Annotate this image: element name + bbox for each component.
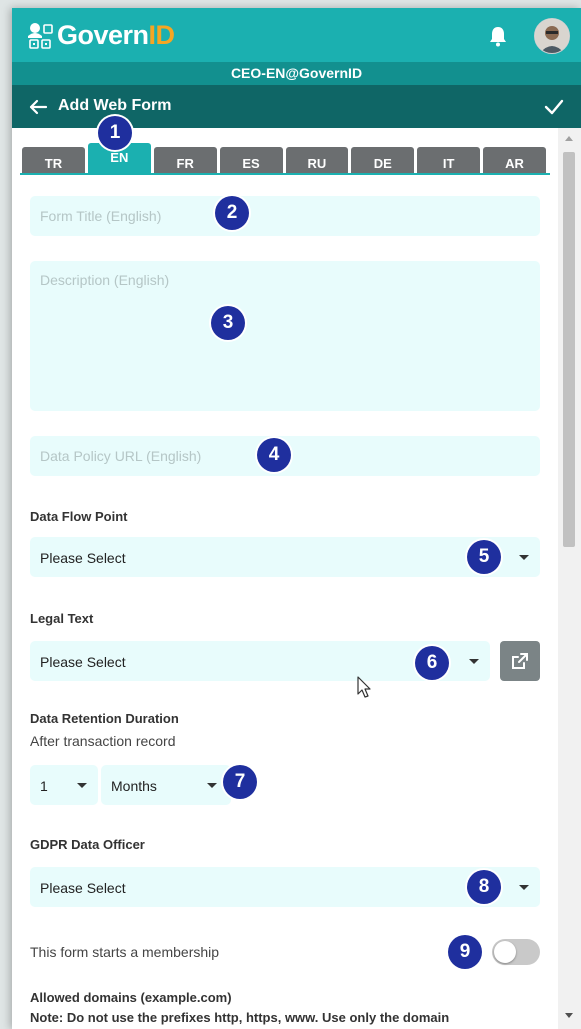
nav-bar: Add Web Form (12, 85, 581, 128)
data-flow-point-label: Data Flow Point (30, 509, 128, 524)
tab-tr[interactable]: TR (22, 147, 85, 174)
callout-badge: 1 (98, 116, 132, 150)
retention-number-value: 1 (40, 778, 48, 794)
description-textarea[interactable]: Description (English) (30, 261, 540, 411)
scroll-up-arrow-icon[interactable] (565, 136, 573, 141)
callout-badge: 3 (211, 306, 245, 340)
app-frame: GovernID CEO-EN@GovernID Add Web Form TR… (12, 8, 581, 1029)
gdpr-data-officer-value: Please Select (40, 880, 126, 896)
caret-down-icon (207, 783, 217, 788)
scroll-down-arrow-icon[interactable] (565, 1013, 573, 1018)
data-retention-label: Data Retention Duration (30, 711, 179, 726)
scrollbar[interactable] (558, 128, 581, 1029)
language-tabs: TR EN FR ES RU DE IT AR (22, 143, 549, 174)
data-policy-url-placeholder: Data Policy URL (English) (40, 448, 202, 464)
tab-underline (20, 173, 550, 175)
tab-ar[interactable]: AR (483, 147, 546, 174)
governid-logo-icon (26, 22, 54, 50)
caret-down-icon (519, 885, 529, 890)
logo-text-main: Govern (57, 20, 149, 50)
legal-text-value: Please Select (40, 654, 126, 670)
callout-badge: 7 (223, 765, 257, 799)
tab-fr[interactable]: FR (153, 147, 217, 174)
legal-text-label: Legal Text (30, 611, 94, 626)
membership-label: This form starts a membership (30, 944, 220, 960)
tab-it[interactable]: IT (417, 147, 481, 174)
logo-text: GovernID (57, 20, 175, 51)
external-link-icon (511, 652, 529, 670)
gdpr-data-officer-select[interactable]: Please Select (30, 867, 540, 907)
top-bar: GovernID (12, 8, 581, 62)
data-flow-point-value: Please Select (40, 550, 126, 566)
allowed-domains-label: Allowed domains (example.com) (30, 990, 232, 1005)
caret-down-icon (469, 659, 479, 664)
retention-unit-value: Months (111, 778, 157, 794)
tab-de[interactable]: DE (351, 147, 415, 174)
retention-number-select[interactable]: 1 (30, 765, 98, 805)
allowed-domains-note: Note: Do not use the prefixes http, http… (30, 1010, 450, 1025)
mouse-cursor-icon (357, 676, 373, 700)
data-retention-sublabel: After transaction record (30, 733, 176, 749)
caret-down-icon (519, 555, 529, 560)
open-legal-text-button[interactable] (500, 641, 540, 681)
form-title-input[interactable]: Form Title (English) (30, 196, 540, 236)
membership-toggle[interactable] (492, 939, 540, 965)
bell-icon[interactable] (488, 25, 508, 47)
check-icon[interactable] (543, 96, 565, 118)
avatar[interactable] (534, 18, 570, 54)
callout-badge: 2 (215, 196, 249, 230)
callout-badge: 4 (257, 438, 291, 472)
logo[interactable]: GovernID (26, 20, 175, 51)
callout-badge: 6 (415, 646, 449, 680)
gdpr-data-officer-label: GDPR Data Officer (30, 837, 145, 852)
page-title: Add Web Form (58, 97, 172, 114)
tab-ru[interactable]: RU (285, 147, 349, 174)
callout-badge: 8 (467, 870, 501, 904)
caret-down-icon (77, 783, 87, 788)
callout-badge: 5 (467, 540, 501, 574)
tab-es[interactable]: ES (219, 147, 283, 174)
retention-unit-select[interactable]: Months (101, 765, 231, 805)
callout-badge: 9 (448, 935, 482, 969)
arrow-left-icon[interactable] (28, 97, 48, 117)
logo-text-accent: ID (148, 20, 176, 50)
form-title-placeholder: Form Title (English) (40, 208, 162, 224)
data-flow-point-select[interactable]: Please Select (30, 537, 540, 577)
toggle-knob (494, 941, 516, 963)
scrollbar-thumb[interactable] (563, 152, 575, 547)
account-bar: CEO-EN@GovernID (12, 62, 581, 85)
description-placeholder: Description (English) (40, 272, 170, 288)
